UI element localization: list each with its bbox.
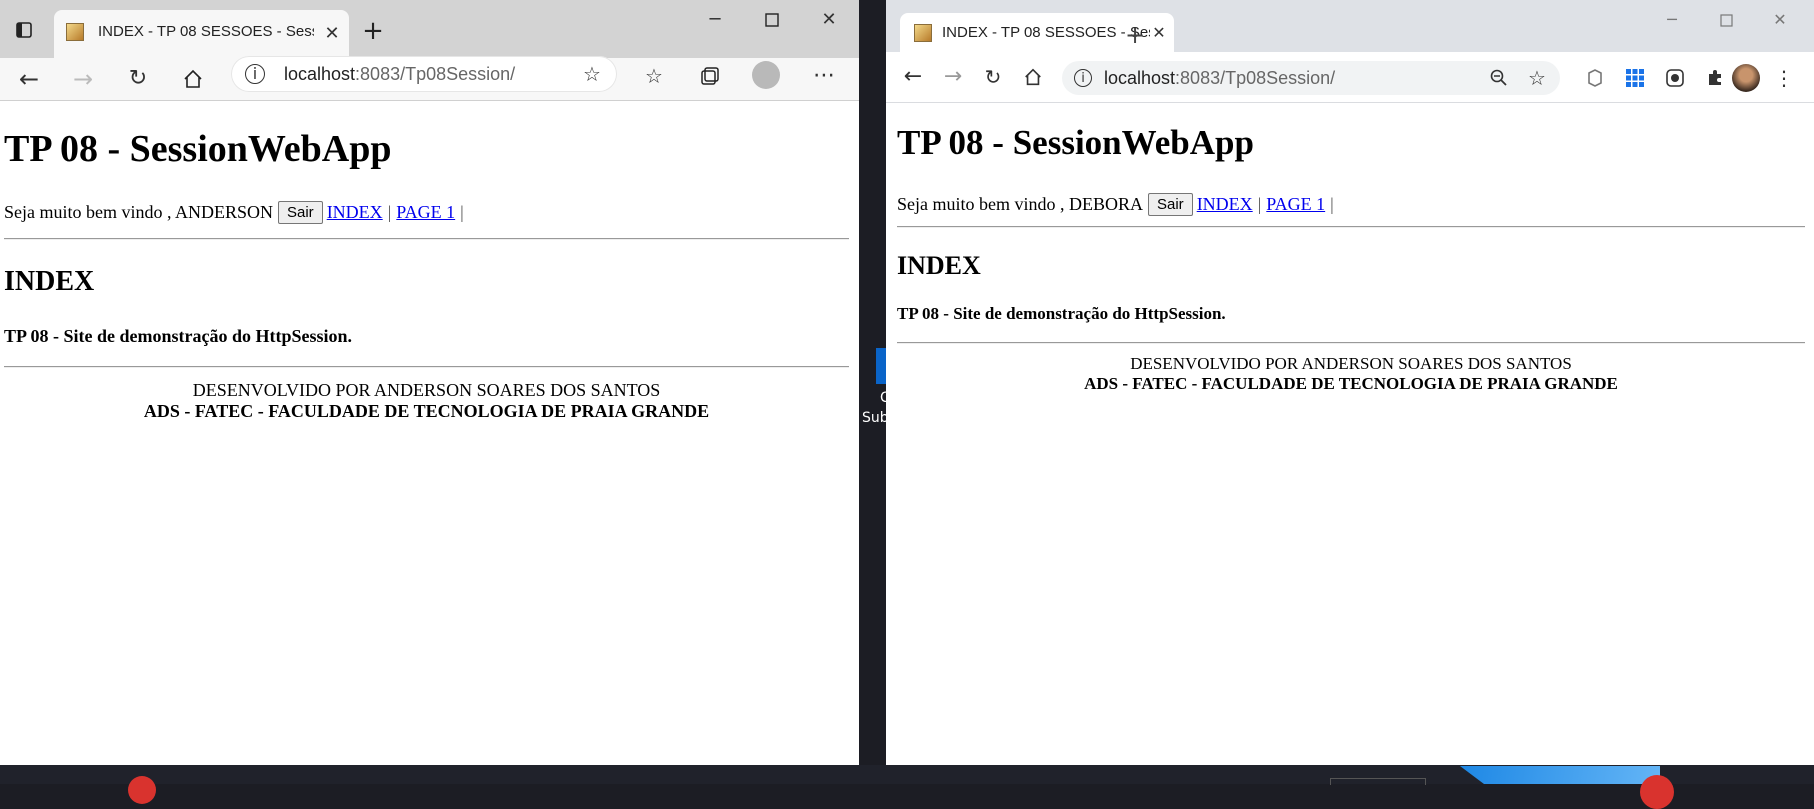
add-favorite-icon[interactable]: ☆ xyxy=(581,63,603,85)
site-info-icon[interactable]: i xyxy=(1074,69,1092,87)
page-title: TP 08 - SessionWebApp xyxy=(897,123,1254,162)
welcome-bar: Seja muito bem vindo , ANDERSON Sair IND… xyxy=(4,201,469,224)
zoom-out-icon[interactable] xyxy=(1488,67,1510,89)
title-bar: INDEX - TP 08 SESSOES - Session ✕ + ─ ✕ xyxy=(0,0,859,58)
taskbar-app-icon[interactable] xyxy=(1640,775,1674,809)
title-bar: INDEX - TP 08 SESSOES - Session ✕ + ─ ✕ xyxy=(886,0,1814,52)
new-tab-icon[interactable]: + xyxy=(360,18,386,44)
chrome-browser-window: INDEX - TP 08 SESSOES - Session ✕ + ─ ✕ … xyxy=(886,0,1814,765)
collections-icon[interactable] xyxy=(696,62,724,90)
close-tab-icon[interactable]: ✕ xyxy=(322,24,342,44)
page-description: TP 08 - Site de demonstração do HttpSess… xyxy=(4,326,353,346)
maximize-icon[interactable] xyxy=(757,8,787,32)
new-tab-icon[interactable]: + xyxy=(1122,22,1148,48)
address-bar[interactable]: i localhost:8083/Tp08Session/ ☆ xyxy=(1062,61,1560,95)
tab-actions-icon[interactable] xyxy=(12,18,36,42)
profile-avatar[interactable] xyxy=(1732,64,1760,92)
tab-title: INDEX - TP 08 SESSOES - Session xyxy=(98,23,314,40)
logout-button[interactable]: Sair xyxy=(278,201,323,224)
apps-grid-icon[interactable] xyxy=(1624,67,1646,89)
divider xyxy=(897,226,1805,228)
section-title: INDEX xyxy=(897,251,981,280)
bookmark-star-icon[interactable]: ☆ xyxy=(1526,67,1548,89)
extension-icon[interactable] xyxy=(1584,67,1606,89)
separator: | xyxy=(460,202,464,222)
welcome-bar: Seja muito bem vindo , DEBORA Sair INDEX… xyxy=(897,193,1339,216)
logout-button[interactable]: Sair xyxy=(1148,193,1193,216)
desktop-shortcut-label-2: Sub xyxy=(862,410,889,426)
url-path: :8083/Tp08Session/ xyxy=(1175,68,1336,88)
footer: DESENVOLVIDO POR ANDERSON SOARES DOS SAN… xyxy=(897,354,1805,394)
forward-icon[interactable]: → xyxy=(940,64,966,90)
close-tab-icon[interactable]: ✕ xyxy=(1150,24,1168,42)
footer: DESENVOLVIDO POR ANDERSON SOARES DOS SAN… xyxy=(4,380,849,422)
back-icon[interactable]: ← xyxy=(14,64,44,94)
home-icon[interactable] xyxy=(1020,64,1046,90)
welcome-text: Seja muito bem vindo , ANDERSON xyxy=(4,202,273,222)
favicon-icon xyxy=(66,23,84,41)
extensions-puzzle-icon[interactable] xyxy=(1704,67,1726,89)
section-title: INDEX xyxy=(4,266,95,297)
taskbar-accent xyxy=(1460,766,1660,784)
page-title: TP 08 - SessionWebApp xyxy=(4,128,392,170)
footer-institution: ADS - FATEC - FACULDADE DE TECNOLOGIA DE… xyxy=(1084,374,1618,393)
more-options-icon[interactable]: ⋮ xyxy=(1774,66,1794,90)
url-path: :8083/Tp08Session/ xyxy=(355,64,516,84)
url-text[interactable]: localhost:8083/Tp08Session/ xyxy=(284,64,515,85)
home-icon[interactable] xyxy=(178,64,208,94)
page-content: TP 08 - SessionWebApp Seja muito bem vin… xyxy=(886,103,1814,765)
close-window-icon[interactable]: ✕ xyxy=(814,8,844,32)
tab-active[interactable]: INDEX - TP 08 SESSOES - Session ✕ xyxy=(54,10,349,58)
back-icon[interactable]: ← xyxy=(900,64,926,90)
url-host: localhost xyxy=(284,64,356,84)
refresh-icon[interactable]: ↻ xyxy=(980,64,1006,90)
profile-avatar[interactable] xyxy=(752,61,780,89)
minimize-icon[interactable]: ─ xyxy=(700,8,730,32)
more-options-icon[interactable]: ⋯ xyxy=(810,62,838,90)
tab-title: INDEX - TP 08 SESSOES - Session xyxy=(942,24,1150,41)
forward-icon[interactable]: → xyxy=(68,64,98,94)
minimize-icon[interactable]: ─ xyxy=(1658,8,1686,32)
maximize-icon[interactable] xyxy=(1712,8,1740,32)
favicon-icon xyxy=(914,24,932,42)
welcome-text: Seja muito bem vindo , DEBORA xyxy=(897,194,1143,214)
url-host: localhost xyxy=(1104,68,1176,88)
footer-credit: DESENVOLVIDO POR ANDERSON SOARES DOS SAN… xyxy=(192,380,661,400)
nav-page1-link[interactable]: PAGE 1 xyxy=(1266,194,1325,215)
site-info-icon[interactable]: i xyxy=(245,64,265,84)
divider xyxy=(4,366,849,368)
close-window-icon[interactable]: ✕ xyxy=(1766,8,1794,32)
divider xyxy=(897,342,1805,344)
separator: | xyxy=(387,202,392,222)
separator: | xyxy=(1257,194,1262,214)
favorites-icon[interactable]: ☆ xyxy=(640,62,668,90)
footer-institution: ADS - FATEC - FACULDADE DE TECNOLOGIA DE… xyxy=(143,401,710,421)
page-content: TP 08 - SessionWebApp Seja muito bem vin… xyxy=(0,101,859,765)
address-bar[interactable]: i localhost:8083/Tp08Session/ ☆ xyxy=(231,56,617,92)
nav-index-link[interactable]: INDEX xyxy=(1197,194,1253,215)
screen-capture-icon[interactable] xyxy=(1664,67,1686,89)
separator: | xyxy=(1330,194,1334,214)
page-description: TP 08 - Site de demonstração do HttpSess… xyxy=(897,304,1226,323)
footer-credit: DESENVOLVIDO POR ANDERSON SOARES DOS SAN… xyxy=(1130,354,1572,373)
nav-page1-link[interactable]: PAGE 1 xyxy=(396,202,455,223)
nav-index-link[interactable]: INDEX xyxy=(327,202,383,223)
url-text[interactable]: localhost:8083/Tp08Session/ xyxy=(1104,68,1335,89)
divider xyxy=(4,238,849,240)
edge-browser-window: INDEX - TP 08 SESSOES - Session ✕ + ─ ✕ … xyxy=(0,0,859,765)
refresh-icon[interactable]: ↻ xyxy=(123,64,153,94)
taskbar-app-icon[interactable] xyxy=(128,776,156,804)
